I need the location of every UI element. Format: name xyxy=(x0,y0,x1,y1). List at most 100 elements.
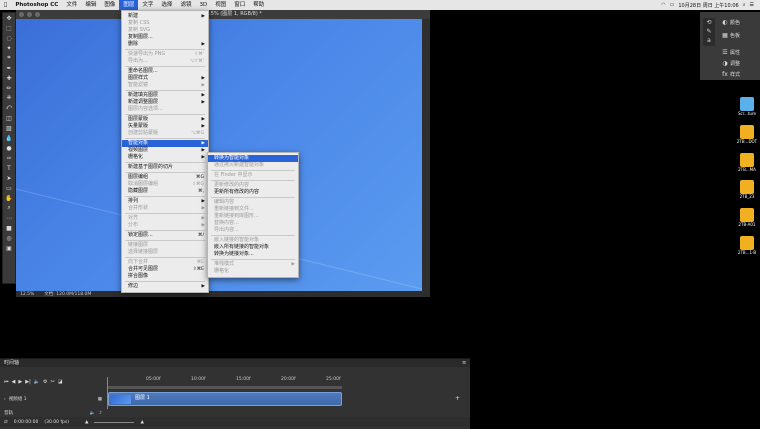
history-icon[interactable]: ⟲ xyxy=(703,18,715,27)
brush-settings-icon[interactable]: ✎ xyxy=(703,27,715,36)
menu-item[interactable]: 重命名图层... xyxy=(122,68,208,75)
timecode[interactable]: 0:00:00:00 xyxy=(14,420,39,425)
audio-icon[interactable]: 🔈 xyxy=(34,379,40,385)
panel-tab[interactable]: fx 样式 xyxy=(720,69,760,79)
menu-5[interactable]: 选择 xyxy=(157,0,176,10)
menu-item[interactable]: 矢量蒙版 ▶ xyxy=(122,123,208,130)
zoom-in-icon[interactable]: ▲ xyxy=(140,420,143,425)
hand-tool-icon[interactable]: ✋ xyxy=(3,193,15,203)
brush-tool-icon[interactable]: ✏ xyxy=(3,83,15,93)
menu-item[interactable]: 修边 ▶ xyxy=(122,283,208,290)
menu-item[interactable]: 复制图层... xyxy=(122,34,208,41)
apple-icon[interactable]:  xyxy=(0,0,11,10)
close-button[interactable] xyxy=(19,12,24,17)
film-icon[interactable]: ▦ xyxy=(98,397,102,402)
document-tab-title[interactable]: 1.5% (图层 1, RGB/8) * xyxy=(206,10,262,19)
prev-frame-icon[interactable]: ◀ xyxy=(12,379,16,385)
track-expand-icon[interactable]: › xyxy=(4,397,6,402)
menu-0[interactable]: 文件 xyxy=(62,0,81,10)
menu-item[interactable]: 转换为链接对象... xyxy=(208,251,298,258)
menu-8[interactable]: 视图 xyxy=(211,0,230,10)
menu-7[interactable]: 3D xyxy=(195,0,211,10)
zoom-level[interactable]: 12.5% xyxy=(20,292,34,297)
blur-icon[interactable]: 💧 xyxy=(3,133,15,143)
move-tool-icon[interactable]: ✥ xyxy=(3,13,15,23)
timeline-title[interactable]: 时间轴 xyxy=(0,359,470,367)
desktop-icon[interactable]: 2TB-A01 xyxy=(732,208,760,227)
menu-item[interactable]: 图层蒙版 ▶ xyxy=(122,116,208,123)
menu-1[interactable]: 编辑 xyxy=(81,0,100,10)
audio-track[interactable]: 音轨 🔈 ♪ xyxy=(0,409,108,417)
desktop-icon[interactable]: Scr...ture xyxy=(732,97,760,116)
play-icon[interactable]: ▶ xyxy=(18,379,22,385)
desktop-icon[interactable]: 2TB_23 xyxy=(732,180,760,199)
menu-item[interactable]: 智能对象 ▶ xyxy=(122,140,208,147)
history-brush-icon[interactable]: ⤺ xyxy=(3,103,15,113)
add-media-icon[interactable]: + xyxy=(455,395,460,402)
battery-icon[interactable]: ▭ xyxy=(670,2,675,8)
desktop-icon[interactable]: 2TB...DOT xyxy=(732,125,760,144)
pen-tool-icon[interactable]: ✑ xyxy=(3,153,15,163)
menu-9[interactable]: 窗口 xyxy=(230,0,249,10)
menu-item[interactable]: 栅格化 ▶ xyxy=(122,154,208,161)
clone-stamp-icon[interactable]: ⎈ xyxy=(3,93,15,103)
zoom-tool-icon[interactable]: ⌕ xyxy=(3,203,15,213)
glyphs-icon[interactable]: a xyxy=(703,36,715,45)
shape-tool-icon[interactable]: ▭ xyxy=(3,183,15,193)
menu-item[interactable]: 嵌入所有链接的智能对象 xyxy=(208,244,298,251)
menu-item[interactable]: 合并可见图层 ⇧⌘E xyxy=(122,266,208,273)
menu-item[interactable]: 新建填充图层 ▶ xyxy=(122,92,208,99)
menu-item[interactable]: 删除 ▶ xyxy=(122,41,208,48)
panel-tab[interactable]: ◐ 颜色 xyxy=(720,17,760,27)
first-frame-icon[interactable]: ⏮ xyxy=(4,379,9,385)
search-icon[interactable]: ⌕ xyxy=(743,2,746,8)
menu-item[interactable]: 更新所有修改的内容 xyxy=(208,189,298,196)
menu-item[interactable]: 转换为智能对象 xyxy=(208,155,298,162)
panel-menu-icon[interactable]: ≡ xyxy=(462,360,466,366)
menu-2[interactable]: 图像 xyxy=(100,0,119,10)
notification-icon[interactable]: ☰ xyxy=(750,2,754,8)
transition-icon[interactable]: ◪ xyxy=(58,379,63,385)
gradient-icon[interactable]: ▨ xyxy=(3,123,15,133)
panel-tab[interactable]: ▦ 色板 xyxy=(720,30,760,40)
split-icon[interactable]: ✂ xyxy=(50,379,54,385)
settings-icon[interactable]: ⚙ xyxy=(43,379,47,385)
video-group-track[interactable]: › 视频组 1 ▦ xyxy=(0,392,108,406)
crop-tool-icon[interactable]: ⌗ xyxy=(3,53,15,63)
menu-item[interactable]: 新建 ▶ xyxy=(122,13,208,20)
quick-mask-icon[interactable]: ◎ xyxy=(3,233,15,243)
desktop-icon[interactable]: 2TB...MA xyxy=(732,153,760,172)
more-tools-icon[interactable]: ⋯ xyxy=(3,213,15,223)
convert-icon[interactable]: ⇄ xyxy=(4,420,8,425)
zoom-out-icon[interactable]: ▲ xyxy=(85,420,88,425)
menu-item[interactable]: 隐藏图层 ⌘, xyxy=(122,188,208,195)
path-select-icon[interactable]: ➤ xyxy=(3,173,15,183)
eyedropper-icon[interactable]: ✒ xyxy=(3,63,15,73)
menu-item[interactable]: 视频图层 ▶ xyxy=(122,147,208,154)
music-icon[interactable]: ♪ xyxy=(99,411,102,416)
menu-item[interactable]: 新建调整图层 ▶ xyxy=(122,99,208,106)
timeline-ruler[interactable]: 05:00f 10:00f 15:00f 20:00f 25:00f xyxy=(108,377,342,385)
menu-10[interactable]: 帮助 xyxy=(249,0,268,10)
menu-item[interactable]: 新建基于图层的切片 xyxy=(122,164,208,171)
panel-tab[interactable]: ☰ 属性 xyxy=(720,47,760,57)
clock[interactable]: 10月28日 周日 上午10:06 xyxy=(678,2,738,9)
lasso-tool-icon[interactable]: ◌ xyxy=(3,33,15,43)
menu-item[interactable]: 拼合图像 xyxy=(122,273,208,280)
menu-item[interactable]: 图层样式 ▶ xyxy=(122,75,208,82)
healing-brush-icon[interactable]: ✚ xyxy=(3,73,15,83)
playhead[interactable] xyxy=(107,377,108,409)
menu-item[interactable]: 图层编组 ⌘G xyxy=(122,174,208,181)
mute-icon[interactable]: 🔈 xyxy=(90,411,96,416)
work-area-bar[interactable] xyxy=(108,386,342,389)
desktop-icon[interactable]: 2TB...1-B xyxy=(732,236,760,255)
menu-4[interactable]: 文字 xyxy=(138,0,157,10)
app-name[interactable]: Photoshop CC xyxy=(11,0,62,10)
video-clip[interactable]: 图层 1 xyxy=(108,392,342,406)
menu-3[interactable]: 图层 xyxy=(119,0,139,10)
panel-tab[interactable]: ◑ 调整 xyxy=(720,58,760,68)
minimize-button[interactable] xyxy=(27,12,32,17)
doc-info[interactable]: 文档: 120.0M/118.0M xyxy=(44,291,91,297)
eraser-icon[interactable]: ◫ xyxy=(3,113,15,123)
zoom-slider[interactable] xyxy=(94,421,135,423)
